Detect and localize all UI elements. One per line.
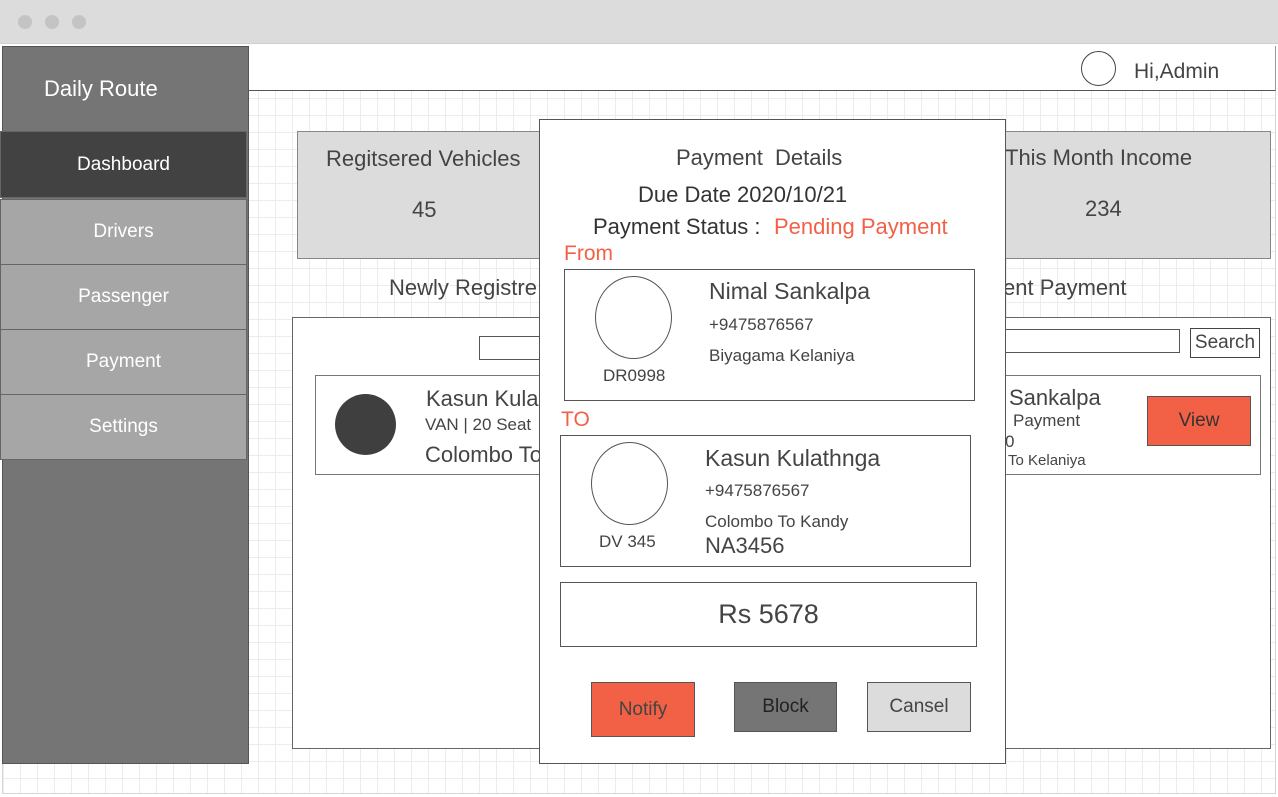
- block-button[interactable]: Block: [734, 682, 837, 732]
- sidebar-item-settings[interactable]: Settings: [0, 394, 247, 460]
- from-driver-avatar: [595, 276, 672, 359]
- top-bar: [249, 46, 1276, 91]
- search-input-right[interactable]: [995, 329, 1180, 353]
- search-button[interactable]: Search: [1190, 328, 1260, 358]
- window-minimize-dot[interactable]: [45, 15, 59, 29]
- admin-greeting[interactable]: Hi,Admin: [1134, 60, 1219, 84]
- list-item-name: Kasun Kula: [426, 386, 539, 411]
- sidebar-item-payment[interactable]: Payment: [0, 329, 247, 395]
- window-titlebar: [0, 0, 1278, 44]
- to-label: TO: [561, 408, 590, 431]
- app-brand: Daily Route: [44, 76, 158, 101]
- from-driver-name: Nimal Sankalpa: [709, 278, 871, 304]
- stat-vehicles-label: Regitsered Vehicles: [326, 146, 521, 171]
- from-label: From: [564, 242, 613, 265]
- payment-amount: Rs 5678: [560, 582, 977, 647]
- sidebar-item-drivers[interactable]: Drivers: [0, 199, 247, 265]
- to-passenger-name: Kasun Kulathnga: [705, 445, 881, 471]
- list-item-status-right: Payment: [1013, 411, 1081, 430]
- sidebar-item-passenger[interactable]: Passenger: [0, 264, 247, 330]
- list-item-name-right: Sankalpa: [1009, 385, 1101, 410]
- to-passenger-vehicle: NA3456: [705, 533, 785, 558]
- stat-vehicles-value: 45: [412, 197, 437, 222]
- notify-button[interactable]: Notify: [591, 682, 695, 737]
- to-passenger-phone: +9475876567: [705, 481, 810, 500]
- window-maximize-dot[interactable]: [72, 15, 86, 29]
- from-driver-id: DR0998: [603, 366, 666, 385]
- sidebar-item-dashboard[interactable]: Dashboard: [0, 131, 247, 198]
- from-driver-phone: +9475876567: [709, 315, 814, 334]
- list-item-route-right: To Kelaniya: [1008, 452, 1086, 469]
- admin-avatar[interactable]: [1081, 51, 1116, 86]
- view-button[interactable]: View: [1147, 396, 1251, 446]
- modal-status-label: Payment Status :: [593, 214, 761, 239]
- to-passenger-avatar: [591, 442, 668, 525]
- modal-title: Payment Details: [676, 145, 843, 170]
- to-passenger-route: Colombo To Kandy: [705, 512, 849, 531]
- section-title-newly-registered: Newly Registre: [389, 275, 537, 300]
- section-title-pending-payment: ent Payment: [1003, 275, 1127, 300]
- to-passenger-id: DV 345: [599, 532, 656, 551]
- stat-income-value: 234: [1085, 196, 1122, 221]
- modal-due-date: Due Date 2020/10/21: [638, 182, 848, 207]
- driver-avatar: [335, 394, 396, 455]
- list-item-route: Colombo To: [425, 442, 542, 467]
- cancel-button[interactable]: Cansel: [867, 682, 971, 732]
- from-driver-address: Biyagama Kelaniya: [709, 346, 855, 365]
- window-close-dot[interactable]: [18, 15, 32, 29]
- modal-status-value: Pending Payment: [774, 214, 948, 239]
- stat-income-label: This Month Income: [1005, 145, 1193, 170]
- list-item-id-right: 0: [1005, 432, 1015, 451]
- list-item-detail: VAN | 20 Seat: [425, 415, 532, 434]
